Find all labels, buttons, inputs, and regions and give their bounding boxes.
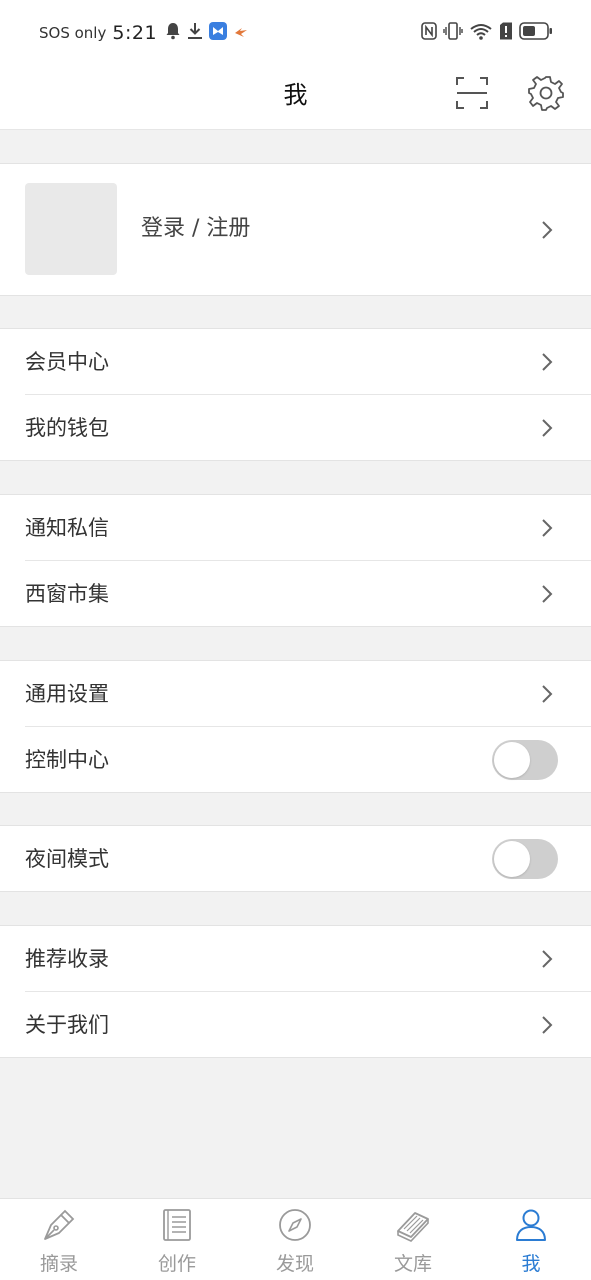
menu-item-label: 会员中心 — [25, 350, 109, 374]
document-icon — [163, 1209, 191, 1241]
tab-label: 创作 — [157, 1253, 196, 1275]
menu-item-control-center: 控制中心 — [0, 727, 591, 793]
pen-nib-icon — [44, 1209, 75, 1240]
chevron-right-icon — [542, 221, 553, 239]
chevron-right-icon — [542, 585, 553, 603]
menu-group-display: 夜间模式 — [0, 825, 591, 892]
books-icon — [397, 1212, 429, 1242]
toggle-knob — [494, 841, 530, 877]
wifi-icon — [469, 21, 493, 45]
bell-icon — [165, 22, 181, 44]
menu-item-membership[interactable]: 会员中心 — [0, 329, 591, 395]
tab-library[interactable]: 文库 — [354, 1199, 472, 1280]
menu-item-label: 西窗市集 — [25, 582, 109, 606]
chevron-right-icon — [542, 950, 553, 968]
chevron-right-icon — [542, 419, 553, 437]
tab-me[interactable]: 我 — [472, 1199, 590, 1280]
chevron-right-icon — [542, 685, 553, 703]
menu-group-settings: 通用设置 控制中心 — [0, 660, 591, 793]
gear-icon — [528, 76, 564, 111]
tab-excerpts[interactable]: 摘录 — [0, 1199, 118, 1280]
night-mode-toggle[interactable] — [492, 839, 558, 879]
scan-button[interactable] — [454, 75, 490, 111]
menu-item-label: 控制中心 — [25, 748, 109, 772]
bird-icon — [233, 23, 249, 43]
download-icon — [187, 22, 203, 44]
sim-alert-icon — [499, 22, 513, 44]
person-icon — [516, 1209, 546, 1241]
menu-item-label: 推荐收录 — [25, 947, 109, 971]
compass-icon — [279, 1209, 311, 1241]
bottom-nav: 摘录 创作 发现 文库 我 — [0, 1198, 591, 1280]
tab-label: 我 — [521, 1253, 541, 1275]
tab-create[interactable]: 创作 — [118, 1199, 236, 1280]
status-bar-right — [415, 22, 553, 44]
nfc-icon — [421, 22, 437, 44]
menu-group-messages: 通知私信 西窗市集 — [0, 494, 591, 627]
menu-group-about: 推荐收录 关于我们 — [0, 925, 591, 1058]
menu-item-label: 关于我们 — [25, 1013, 109, 1037]
tab-discover[interactable]: 发现 — [236, 1199, 354, 1280]
tab-label: 发现 — [275, 1253, 314, 1275]
chevron-right-icon — [542, 519, 553, 537]
menu-item-general-settings[interactable]: 通用设置 — [0, 661, 591, 727]
app-notification-icon — [209, 22, 228, 44]
clock-text: 5:21 — [112, 22, 158, 44]
settings-button[interactable] — [527, 74, 565, 112]
profile-card[interactable]: 登录 / 注册 — [0, 163, 591, 296]
menu-item-label: 通用设置 — [25, 682, 109, 706]
tab-label: 摘录 — [39, 1253, 78, 1275]
menu-item-label: 我的钱包 — [25, 416, 109, 440]
page-title: 我 — [283, 81, 308, 109]
login-register-link[interactable]: 登录 / 注册 — [141, 212, 250, 246]
title-bar: 我 — [0, 66, 591, 130]
battery-icon — [519, 22, 553, 44]
avatar[interactable] — [25, 183, 117, 275]
menu-item-label: 通知私信 — [25, 516, 109, 540]
scan-icon — [456, 77, 488, 109]
status-bar: SOS only 5:21 — [0, 0, 591, 66]
menu-item-label: 夜间模式 — [25, 847, 109, 871]
menu-group-account: 会员中心 我的钱包 — [0, 328, 591, 461]
chevron-right-icon — [542, 353, 553, 371]
menu-item-about-us[interactable]: 关于我们 — [0, 992, 591, 1058]
menu-item-recommend[interactable]: 推荐收录 — [0, 926, 591, 992]
menu-item-market[interactable]: 西窗市集 — [0, 561, 591, 627]
chevron-right-icon — [542, 1016, 553, 1034]
menu-item-notifications[interactable]: 通知私信 — [0, 495, 591, 561]
menu-item-night-mode: 夜间模式 — [0, 826, 591, 892]
control-center-toggle[interactable] — [492, 740, 558, 780]
status-bar-left: SOS only 5:21 — [39, 22, 255, 44]
vibrate-icon — [443, 22, 463, 44]
menu-item-wallet[interactable]: 我的钱包 — [0, 395, 591, 461]
tab-label: 文库 — [393, 1253, 432, 1275]
toggle-knob — [494, 742, 530, 778]
carrier-text: SOS only — [39, 24, 107, 42]
